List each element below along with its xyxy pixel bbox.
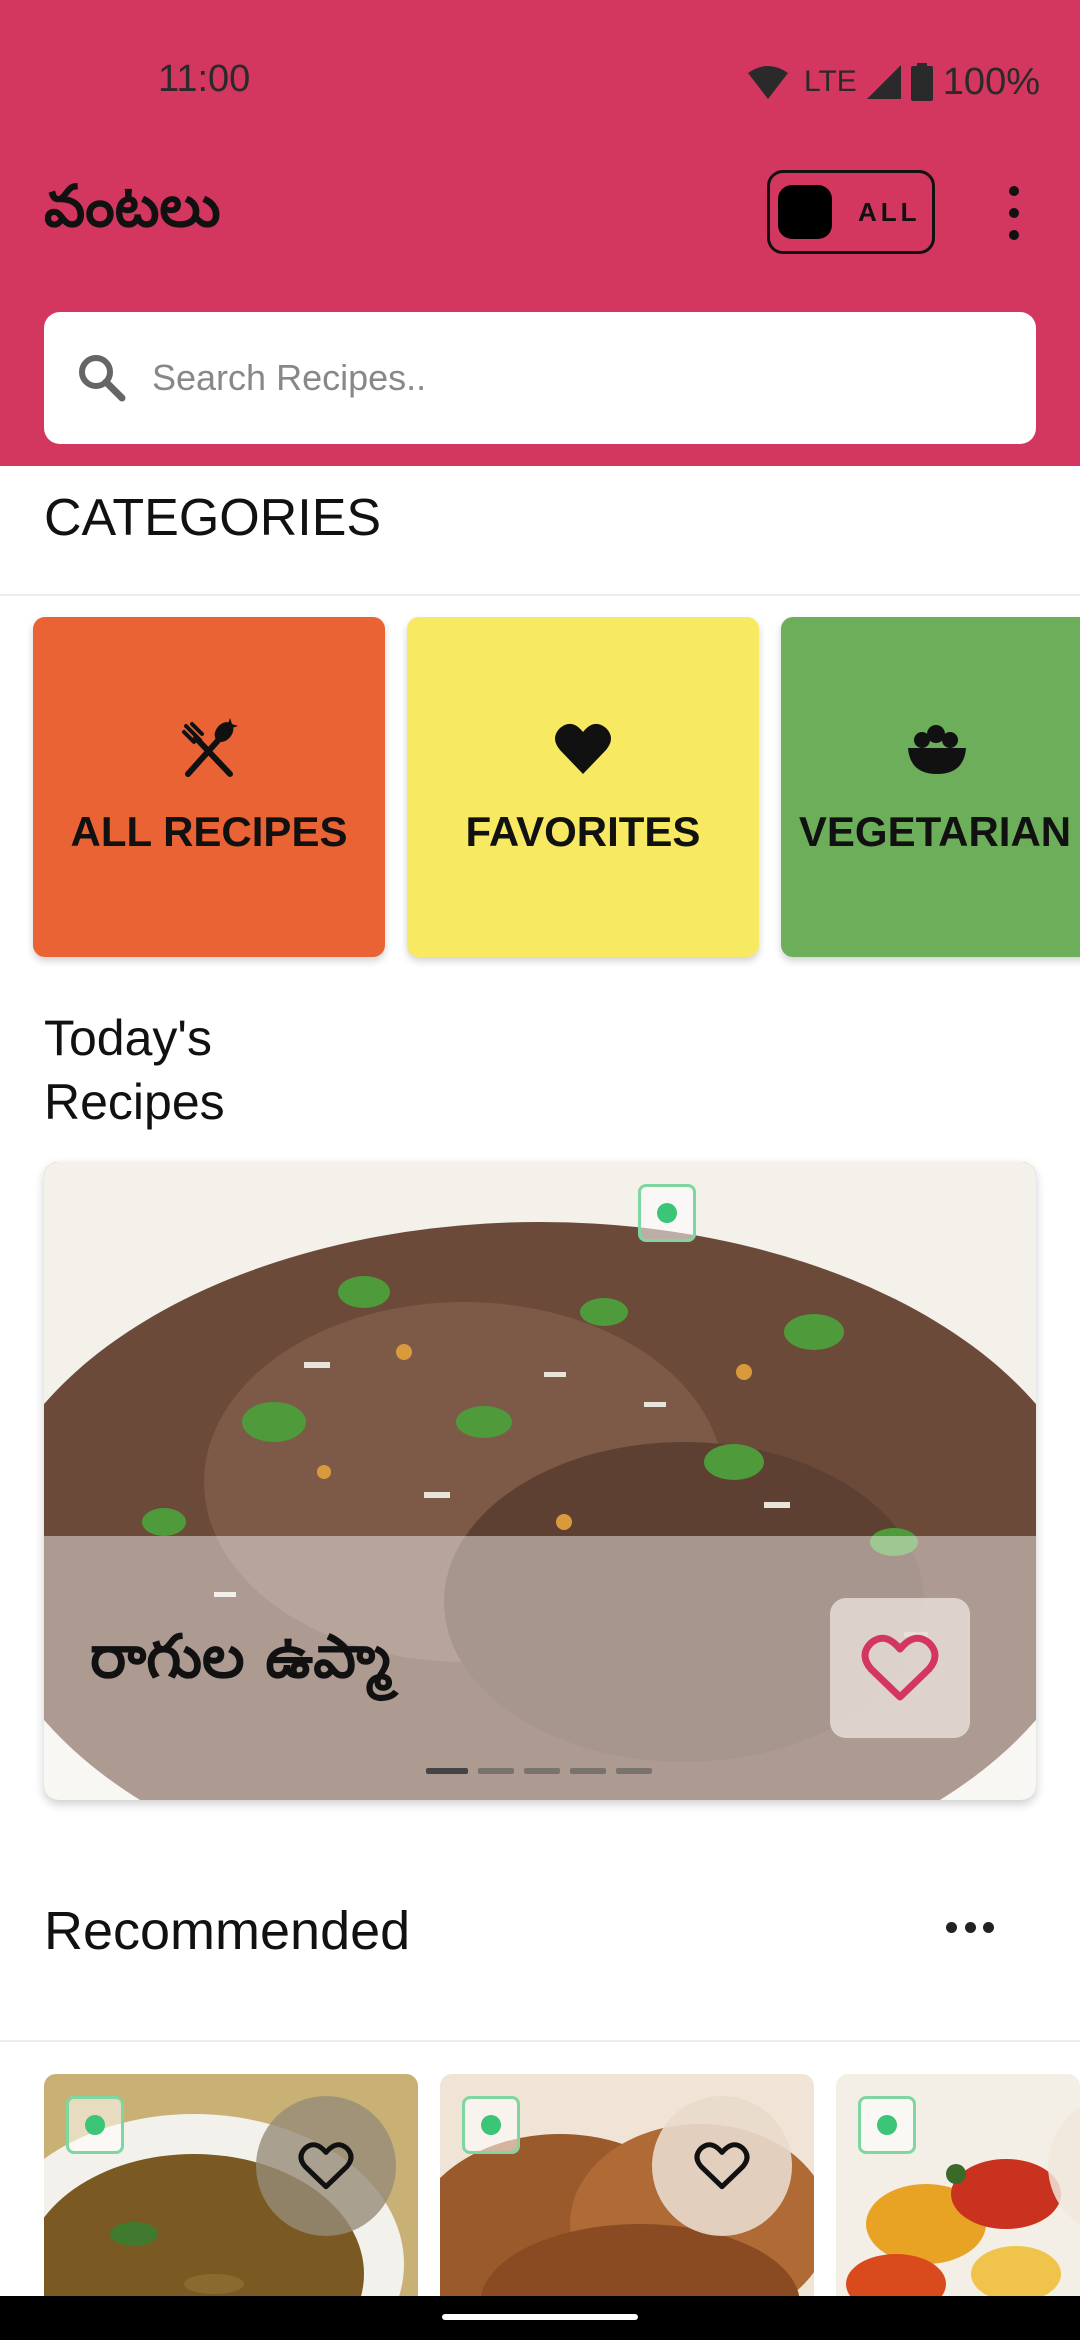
todays-recipe-card[interactable]: రాగుల ఉప్మా — [44, 1162, 1036, 1800]
dot — [1009, 208, 1019, 218]
system-nav-bar — [0, 2296, 1080, 2340]
recommended-card[interactable] — [440, 2074, 814, 2304]
veg-filter-toggle[interactable]: ALL — [767, 170, 935, 254]
veg-dot — [877, 2115, 897, 2135]
categories-title: CATEGORIES — [44, 489, 382, 547]
divider — [0, 2040, 1080, 2042]
salad-bowl-icon — [908, 725, 966, 774]
toggle-label: ALL — [858, 196, 921, 227]
signal-icon — [866, 65, 901, 99]
category-label: FAVORITES — [465, 808, 701, 855]
home-gesture-handle[interactable] — [442, 2314, 638, 2320]
veg-badge-icon — [858, 2096, 916, 2154]
todays-recipes-title: Today's Recipes — [44, 1006, 225, 1134]
heart-icon — [555, 723, 611, 774]
status-icons: LTE 100% — [748, 56, 1040, 108]
veg-badge-icon — [638, 1184, 696, 1242]
heart-outline-icon — [861, 1634, 939, 1701]
utensils-icon — [182, 718, 238, 777]
page-dot[interactable] — [570, 1768, 606, 1774]
dot — [1009, 230, 1019, 240]
search-bar[interactable] — [44, 312, 1036, 444]
network-label: LTE — [804, 65, 857, 98]
overflow-menu-button[interactable] — [996, 186, 1032, 240]
dot — [983, 1921, 994, 1933]
dot — [946, 1921, 957, 1933]
search-input[interactable] — [150, 356, 974, 400]
title-line: Today's — [44, 1010, 212, 1066]
more-options-button[interactable] — [946, 1920, 994, 1934]
app-bar: 11:00 LTE 100% వంటలు ALL — [0, 0, 1080, 466]
favorite-button[interactable] — [652, 2096, 792, 2236]
category-vegetarian[interactable]: VEGETARIAN — [781, 617, 1080, 957]
recommended-title: Recommended — [44, 1901, 411, 1961]
dot — [1009, 186, 1019, 196]
recipe-name: రాగుల ఉప్మా — [90, 1622, 391, 1692]
category-label: ALL RECIPES — [70, 808, 348, 855]
heart-outline-icon — [298, 2142, 354, 2190]
category-favorites[interactable]: FAVORITES — [407, 617, 759, 957]
veg-dot — [85, 2115, 105, 2135]
dot — [964, 1921, 976, 1933]
veg-badge-icon — [462, 2096, 520, 2154]
page-dot[interactable] — [616, 1768, 652, 1774]
wifi-icon — [748, 66, 788, 99]
favorite-button[interactable] — [830, 1598, 970, 1738]
recommended-card[interactable] — [836, 2074, 1080, 2304]
category-all-recipes[interactable]: ALL RECIPES — [33, 617, 385, 957]
title-line: Recipes — [44, 1074, 225, 1130]
favorite-button[interactable] — [256, 2096, 396, 2236]
battery-percent: 100% — [942, 60, 1040, 103]
veg-dot — [657, 1203, 677, 1223]
search-icon — [79, 355, 126, 402]
veg-badge-icon — [66, 2096, 124, 2154]
page-dot[interactable] — [478, 1768, 514, 1774]
app-title: వంటలు — [44, 172, 221, 240]
battery-icon — [910, 63, 933, 101]
heart-outline-icon — [694, 2142, 750, 2190]
carousel-indicator — [426, 1768, 652, 1774]
toggle-knob — [778, 185, 832, 239]
page-dot[interactable] — [426, 1768, 468, 1774]
divider — [0, 594, 1080, 596]
recommended-card[interactable] — [44, 2074, 418, 2304]
status-time: 11:00 — [158, 58, 251, 100]
veg-dot — [481, 2115, 501, 2135]
category-label: VEGETARIAN — [798, 808, 1072, 855]
page-dot[interactable] — [524, 1768, 560, 1774]
